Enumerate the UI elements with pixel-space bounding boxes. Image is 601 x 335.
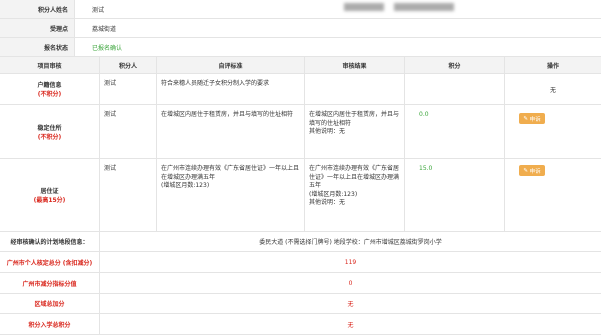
- summary-value: 119: [344, 258, 357, 266]
- summary-value: 0: [348, 279, 353, 287]
- header-action: 操作: [546, 62, 559, 70]
- summary-label: 广州市减分指标分值: [0, 273, 100, 293]
- site-label: 受理点: [0, 19, 75, 37]
- status-row: 报名状态 已报名确认: [0, 38, 601, 57]
- redacted-photo-1: [344, 3, 384, 11]
- school-row: 经审核确认的计划地段信息： 委民大道 (不需选择门牌号) 地段学校：广州市增城区…: [0, 232, 601, 252]
- table-header: 项目审核 积分人 自评标准 审核结果 积分 操作: [0, 57, 601, 74]
- summary-row: 广州市个人核定总分 (含扣减分) 119: [0, 252, 601, 273]
- item-name: 居住证: [40, 188, 59, 195]
- header-standard: 自评标准: [157, 57, 305, 73]
- name-row: 积分人姓名 测试: [0, 0, 601, 19]
- summary-row: 积分入学总积分 无: [0, 314, 601, 335]
- item-cell: 稳定住所 (不积分): [0, 105, 100, 158]
- person-cell: 测试: [100, 159, 157, 231]
- table-row: 户籍信息 (不积分) 测试 符合来穗人员随迁子女积分制入学的要求 无: [0, 74, 601, 105]
- redacted-photo-2: [394, 3, 454, 11]
- action-cell: ✎ 申诉: [505, 105, 601, 158]
- summary-value: 无: [347, 301, 354, 308]
- status-value: 已报名确认: [92, 44, 123, 52]
- status-label: 报名状态: [0, 38, 75, 56]
- result-cell: 在广州市连续办理有效《广东省居住证》一年以上且在增城区办理满五年 (增城区月数:…: [305, 159, 405, 231]
- item-name: 户籍信息: [37, 82, 62, 89]
- appeal-button[interactable]: ✎ 申诉: [519, 165, 545, 176]
- summary-label: 广州市个人核定总分 (含扣减分): [0, 252, 100, 272]
- header-result: 审核结果: [305, 57, 405, 73]
- summary-value: 无: [347, 321, 354, 329]
- summary-row: 区域总加分 无: [0, 294, 601, 314]
- summary-label: 积分入学总积分: [0, 314, 100, 334]
- site-row: 受理点 荔城街道: [0, 19, 601, 38]
- table-row: 稳定住所 (不积分) 测试 在增城区内居住于租赁房，并且与填写的住址相符 在增城…: [0, 105, 601, 159]
- table-row: 居住证 (最高15分) 测试 在广州市连续办理有效《广东省居住证》一年以上且在增…: [0, 159, 601, 232]
- header-score: 积分: [405, 57, 505, 73]
- summary-row: 广州市减分指标分值 0: [0, 273, 601, 294]
- name-label: 积分人姓名: [0, 0, 75, 18]
- header-item: 项目审核: [0, 57, 100, 73]
- item-name: 稳定住所: [37, 124, 62, 132]
- result-cell: 在增城区内居住于租赁房，并且与填写的住址相符 其他说明：无: [305, 105, 405, 158]
- action-text: 无: [549, 86, 556, 94]
- result-cell: [305, 74, 405, 104]
- item-sub: (最高15分): [33, 197, 66, 204]
- name-value: 测试: [92, 6, 105, 14]
- standard-cell: 在广州市连续办理有效《广东省居住证》一年以上且在增城区办理满五年 (增城区月数:…: [157, 159, 305, 231]
- score-cell: [405, 74, 505, 104]
- score-cell: 15.0: [405, 159, 505, 231]
- standard-cell: 符合来穗人员随迁子女积分制入学的要求: [157, 74, 305, 104]
- site-value: 荔城街道: [92, 25, 117, 33]
- header-person: 积分人: [100, 57, 157, 73]
- item-cell: 居住证 (最高15分): [0, 159, 100, 231]
- standard-cell: 在增城区内居住于租赁房，并且与填写的住址相符: [157, 105, 305, 158]
- person-cell: 测试: [100, 105, 157, 158]
- action-cell: ✎ 申诉: [505, 159, 601, 231]
- school-label: 经审核确认的计划地段信息：: [0, 232, 100, 251]
- appeal-button-label: 申诉: [529, 168, 541, 175]
- person-cell: 测试: [100, 74, 157, 104]
- score-cell: 0.0: [405, 105, 505, 158]
- appeal-button[interactable]: ✎ 申诉: [519, 113, 545, 124]
- item-cell: 户籍信息 (不积分): [0, 74, 100, 104]
- item-sub: (不积分): [37, 133, 62, 141]
- item-sub: (不积分): [37, 91, 62, 98]
- summary-label: 区域总加分: [0, 294, 100, 313]
- appeal-button-label: 申诉: [529, 116, 541, 123]
- school-value: 委民大道 (不需选择门牌号) 地段学校：广州市增城区荔城街罗岗小学: [259, 239, 442, 246]
